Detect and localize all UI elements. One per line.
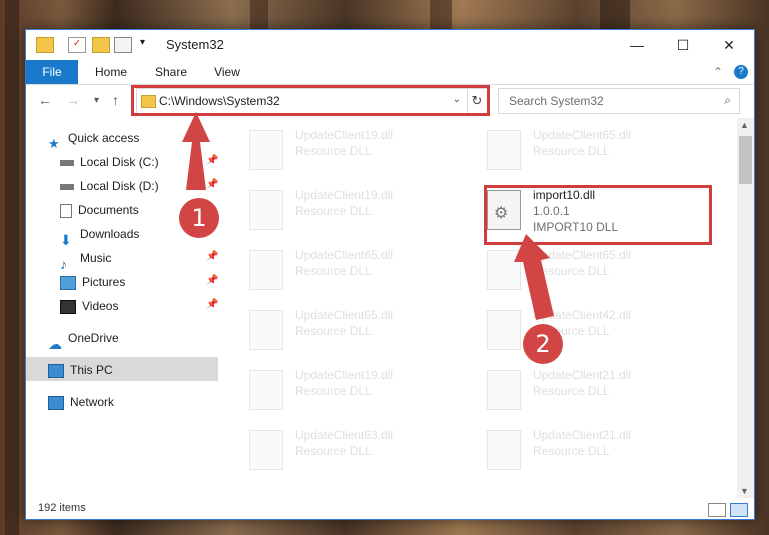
callout-badge: 1 (179, 198, 219, 238)
arrow-up-icon (182, 112, 210, 190)
explorer-window: ✓ ▾ System32 — ☐ ✕ File Home Share View … (25, 29, 755, 520)
callout-badge: 2 (523, 324, 563, 364)
background (430, 0, 452, 30)
arrow-up-icon (514, 234, 554, 320)
background (250, 0, 268, 30)
annotation-arrows (182, 112, 554, 320)
background (600, 0, 630, 30)
background (5, 0, 19, 535)
